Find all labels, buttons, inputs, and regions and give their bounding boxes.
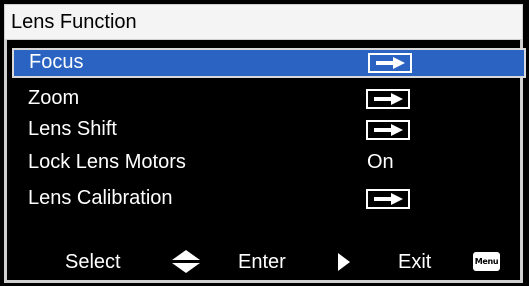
menu-item-zoom[interactable]: Zoom: [10, 84, 527, 114]
menu-item-label: Lock Lens Motors: [28, 151, 186, 173]
select-hint-label: Select: [65, 251, 121, 273]
menu-item-focus[interactable]: Focus: [12, 48, 526, 78]
enter-arrow-icon: [366, 120, 410, 140]
up-down-icon: [172, 250, 200, 279]
menu-key-icon: Menu: [473, 252, 500, 271]
enter-arrow-icon: [366, 89, 410, 109]
menu-item-lens-calibration[interactable]: Lens Calibration: [10, 184, 527, 214]
menu-item-value: On: [367, 151, 394, 173]
osd-menu: Lens Function Focus Zoom Lens Shift Lock…: [0, 0, 529, 286]
menu-item-lens-shift[interactable]: Lens Shift: [10, 115, 527, 145]
key-hints-footer: Select Enter Exit Menu: [0, 246, 529, 276]
title-bar: Lens Function: [4, 4, 523, 40]
menu-item-label: Lens Shift: [28, 118, 117, 140]
enter-arrow-icon: [366, 189, 410, 209]
enter-arrow-icon: [368, 53, 412, 73]
menu-item-label: Zoom: [28, 87, 80, 109]
exit-hint-label: Exit: [398, 251, 432, 273]
menu-title: Lens Function: [11, 11, 137, 33]
enter-hint-label: Enter: [238, 251, 286, 273]
menu-item-lock-lens-motors[interactable]: Lock Lens Motors On: [10, 148, 527, 178]
menu-item-label: Lens Calibration: [28, 187, 173, 209]
right-triangle-icon: [338, 253, 350, 276]
menu-item-label: Focus: [29, 51, 84, 73]
